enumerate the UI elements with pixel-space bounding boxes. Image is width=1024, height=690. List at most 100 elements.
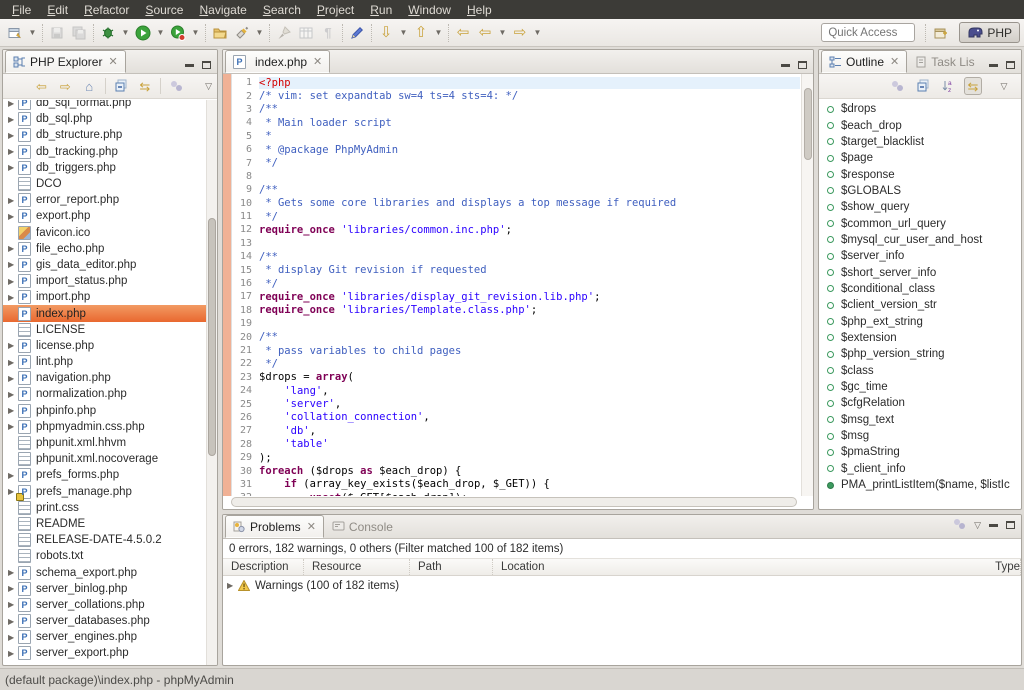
collapse-all-icon[interactable] — [113, 77, 130, 95]
tree-item[interactable]: RELEASE-DATE-4.5.0.2 — [3, 532, 206, 548]
code-line[interactable]: 13 — [233, 237, 800, 250]
tree-item[interactable]: phpinfo.php — [3, 403, 206, 419]
minimize-icon[interactable] — [185, 64, 194, 67]
outline-item[interactable]: $_client_info — [819, 461, 1021, 477]
php-perspective-button[interactable]: PHP — [959, 22, 1020, 43]
code-line[interactable]: 27 'db', — [233, 424, 800, 437]
close-icon[interactable]: ✕ — [108, 55, 117, 68]
tree-item[interactable]: robots.txt — [3, 548, 206, 564]
tree-item[interactable]: server_engines.php — [3, 629, 206, 645]
new-dropdown-icon[interactable]: ▼ — [26, 22, 39, 44]
code-line[interactable]: 15 * display Git revision if requested — [233, 263, 800, 276]
tree-item[interactable]: server_databases.php — [3, 613, 206, 629]
focus-icon[interactable] — [889, 77, 907, 95]
back-icon[interactable]: ⇦ — [474, 22, 496, 44]
code-line[interactable]: 3 /** — [233, 103, 800, 116]
last-edit-location-icon[interactable]: ⇩ — [375, 22, 397, 44]
expand-arrow-icon[interactable] — [8, 131, 18, 140]
expand-arrow-icon[interactable] — [8, 212, 18, 221]
minimize-icon[interactable] — [989, 64, 998, 67]
expand-arrow-icon[interactable] — [8, 406, 18, 415]
tree-item[interactable]: navigation.php — [3, 370, 206, 386]
save-all-icon[interactable] — [68, 22, 90, 44]
tab-console[interactable]: Console — [324, 515, 401, 538]
tree-item[interactable]: print.css — [3, 500, 206, 516]
outline-item[interactable]: $extension — [819, 330, 1021, 346]
expand-arrow-icon[interactable] — [8, 633, 18, 642]
back-to-icon[interactable]: ⇦ — [452, 22, 474, 44]
close-icon[interactable]: ✕ — [313, 55, 322, 68]
open-perspective-icon[interactable] — [929, 22, 951, 44]
editor-vertical-scrollbar[interactable] — [801, 74, 813, 496]
focus-icon[interactable] — [168, 77, 185, 95]
column-header[interactable]: Description — [223, 559, 304, 575]
code-line[interactable]: 19 — [233, 317, 800, 330]
run-coverage-dropdown-icon[interactable]: ▼ — [189, 22, 202, 44]
collapse-all-icon[interactable] — [914, 77, 932, 95]
menu-item[interactable]: Refactor — [76, 2, 137, 18]
outline-item[interactable]: PMA_printListItem($name, $listIc — [819, 477, 1021, 493]
tree-item[interactable]: normalization.php — [3, 386, 206, 402]
tree-item[interactable]: import_status.php — [3, 273, 206, 289]
save-icon[interactable] — [46, 22, 68, 44]
code-line[interactable]: 10 * Gets some core libraries and displa… — [233, 197, 800, 210]
forward-icon[interactable]: ⇨ — [57, 77, 74, 95]
expand-arrow-icon[interactable] — [8, 568, 18, 577]
column-header[interactable]: Resource — [304, 559, 410, 575]
outline-item[interactable]: $client_version_str — [819, 297, 1021, 313]
debug-icon[interactable] — [97, 22, 119, 44]
menu-item[interactable]: Navigate — [191, 2, 254, 18]
tree-item[interactable]: file_echo.php — [3, 241, 206, 257]
code-line[interactable]: 29 ); — [233, 451, 800, 464]
outline-item[interactable]: $pmaString — [819, 444, 1021, 460]
search-flashlight-icon[interactable] — [231, 22, 253, 44]
show-whitespace-icon[interactable]: ¶ — [317, 22, 339, 44]
expand-arrow-icon[interactable] — [8, 374, 18, 383]
scrollbar-thumb[interactable] — [804, 88, 812, 160]
maximize-icon[interactable] — [1006, 61, 1015, 69]
column-header[interactable]: Type — [987, 559, 1021, 575]
menu-item[interactable]: Source — [137, 2, 191, 18]
forward-icon[interactable]: ⇨ — [509, 22, 531, 44]
code-line[interactable]: 6 * @package PhpMyAdmin — [233, 143, 800, 156]
code-line[interactable]: 26 'collation_connection', — [233, 411, 800, 424]
expand-arrow-icon[interactable]: ▶ — [227, 581, 237, 590]
explorer-scrollbar[interactable] — [206, 100, 217, 665]
code-line[interactable]: 2 /* vim: set expandtab sw=4 ts=4 sts=4:… — [233, 89, 800, 102]
new-wizard-icon[interactable] — [4, 22, 26, 44]
code-line[interactable]: 17 require_once 'libraries/display_git_r… — [233, 290, 800, 303]
tree-item[interactable]: phpunit.xml.nocoverage — [3, 451, 206, 467]
code-line[interactable]: 5 * — [233, 130, 800, 143]
menu-item[interactable]: Run — [362, 2, 400, 18]
tree-item[interactable]: db_tracking.php — [3, 144, 206, 160]
outline-item[interactable]: $class — [819, 363, 1021, 379]
tree-item[interactable]: export.php — [3, 208, 206, 224]
expand-arrow-icon[interactable] — [8, 584, 18, 593]
tree-item[interactable]: server_collations.php — [3, 597, 206, 613]
tab-outline[interactable]: Outline ✕ — [821, 50, 907, 73]
debug-dropdown-icon[interactable]: ▼ — [119, 22, 132, 44]
expand-arrow-icon[interactable] — [8, 100, 18, 108]
outline-item[interactable]: $cfgRelation — [819, 395, 1021, 411]
table-icon[interactable] — [295, 22, 317, 44]
code-line[interactable]: 28 'table' — [233, 438, 800, 451]
expand-arrow-icon[interactable] — [8, 617, 18, 626]
tree-item[interactable]: README — [3, 516, 206, 532]
view-menu-icon[interactable]: ▽ — [974, 520, 981, 531]
expand-arrow-icon[interactable] — [8, 147, 18, 156]
code-line[interactable]: 31 if (array_key_exists($each_drop, $_GE… — [233, 478, 800, 491]
search-dropdown-icon[interactable]: ▼ — [253, 22, 266, 44]
outline-item[interactable]: $GLOBALS — [819, 183, 1021, 199]
code-line[interactable]: 7 */ — [233, 156, 800, 169]
menu-item[interactable]: Help — [459, 2, 500, 18]
outline-item[interactable]: $mysql_cur_user_and_host — [819, 232, 1021, 248]
code-line[interactable]: 22 */ — [233, 357, 800, 370]
close-icon[interactable]: ✕ — [890, 55, 899, 68]
run-icon[interactable] — [132, 22, 154, 44]
tree-item[interactable]: server_export.php — [3, 645, 206, 661]
run-dropdown-icon[interactable]: ▼ — [154, 22, 167, 44]
expand-arrow-icon[interactable] — [8, 293, 18, 302]
expand-arrow-icon[interactable] — [8, 163, 18, 172]
outline-item[interactable]: $php_ext_string — [819, 313, 1021, 329]
code-line[interactable]: 21 * pass variables to child pages — [233, 344, 800, 357]
